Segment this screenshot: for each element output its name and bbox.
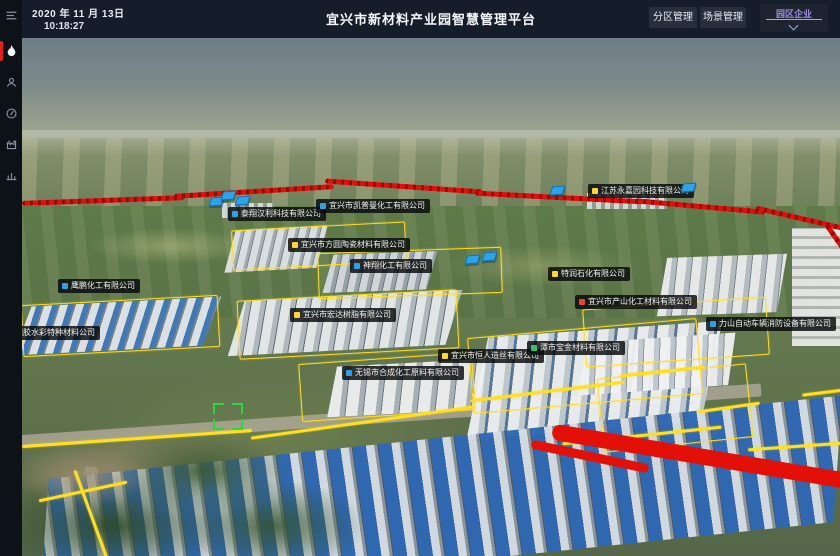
company-icon <box>346 370 352 376</box>
company-label-text: 泰翔汉利科技有限公司 <box>241 210 321 218</box>
app-window: 2020 年 11 月 13日 10:18:27 宜兴市新材料产业园智慧管理平台… <box>0 0 840 556</box>
company-label-text: 宜兴市宏达树脂有限公司 <box>303 311 391 319</box>
company-label[interactable]: 江苏永嘉园科技有限公司 <box>588 184 694 198</box>
company-label-text: 潭市宝金材料有限公司 <box>540 344 620 352</box>
gauge-icon <box>5 107 18 120</box>
bracket-corner <box>232 403 243 414</box>
selection-brackets <box>213 403 243 430</box>
company-label-text: 宜兴市方圆陶瓷材料有限公司 <box>301 241 405 249</box>
user-icon <box>5 76 18 89</box>
company-label[interactable]: 潭市宝金材料有限公司 <box>527 341 625 355</box>
company-icon <box>552 271 558 277</box>
sidebar-item-fire[interactable] <box>0 40 22 62</box>
company-label[interactable]: 特润石化有限公司 <box>548 267 630 281</box>
company-icon <box>294 312 300 318</box>
company-icon <box>442 353 448 359</box>
menu-icon <box>5 9 18 22</box>
company-icon <box>292 242 298 248</box>
bracket-corner <box>213 403 224 414</box>
bracket-corner <box>232 419 243 430</box>
company-label-text: 宜兴市产山化工材料有限公司 <box>588 298 692 306</box>
sidebar-item-stats[interactable] <box>0 164 22 186</box>
company-label-text: 宜兴市恒人造丝有限公司 <box>451 352 539 360</box>
company-label-text: 鹰鹏化工有限公司 <box>71 282 135 290</box>
company-icon <box>531 345 537 351</box>
bar-chart-icon <box>5 169 18 182</box>
company-label[interactable]: 鹰鹏化工有限公司 <box>58 279 140 293</box>
company-icon <box>592 188 598 194</box>
park-enterprise-dropdown[interactable]: 园区企业 <box>760 4 828 32</box>
company-label[interactable]: 宜兴市凯普曼化工有限公司 <box>316 199 430 213</box>
map-3d-viewport[interactable] <box>22 38 840 556</box>
horizon-haze <box>22 130 840 156</box>
company-label-text: 特润石化有限公司 <box>561 270 625 278</box>
parcel-outline <box>237 289 460 359</box>
dropdown-divider <box>766 19 822 20</box>
company-icon <box>710 321 716 327</box>
company-label[interactable]: 宜兴市宏达树脂有限公司 <box>290 308 396 322</box>
company-label-text: 江苏永嘉园科技有限公司 <box>601 187 689 195</box>
trees-overlay <box>22 416 362 556</box>
company-label[interactable]: 无锡市合成化工原料有限公司 <box>342 366 464 380</box>
fire-icon <box>5 45 18 58</box>
company-icon <box>62 283 68 289</box>
company-label-text: 无锡市合成化工原料有限公司 <box>355 369 459 377</box>
partition-manage-button[interactable]: 分区管理 <box>649 7 697 28</box>
company-label[interactable]: 宜兴市产山化工材料有限公司 <box>575 295 697 309</box>
company-label[interactable]: 泰翔汉利科技有限公司 <box>228 207 326 221</box>
company-icon <box>320 203 326 209</box>
company-label[interactable]: 神翔化工有限公司 <box>350 259 432 273</box>
active-indicator <box>0 41 3 61</box>
company-icon <box>579 299 585 305</box>
sidebar-item-gauge[interactable] <box>0 102 22 124</box>
tool-sidebar <box>0 0 22 556</box>
scene-manage-button[interactable]: 场景管理 <box>700 7 746 28</box>
sidebar-item-menu[interactable] <box>0 4 22 26</box>
company-icon <box>232 211 238 217</box>
company-icon <box>354 263 360 269</box>
factory-icon <box>5 138 18 151</box>
sky-band <box>22 38 840 138</box>
company-label-text: 宜兴市凯普曼化工有限公司 <box>329 202 425 210</box>
sidebar-item-user[interactable] <box>0 71 22 93</box>
sidebar-item-factory[interactable] <box>0 133 22 155</box>
company-label-text: 力山自动车辆消防设备有限公司 <box>719 320 831 328</box>
top-bar: 2020 年 11 月 13日 10:18:27 宜兴市新材料产业园智慧管理平台… <box>22 0 840 38</box>
company-label-text: 神翔化工有限公司 <box>363 262 427 270</box>
bracket-corner <box>213 419 224 430</box>
company-label[interactable]: 力山自动车辆消防设备有限公司 <box>706 317 836 331</box>
chevron-down-icon <box>789 21 799 31</box>
company-label[interactable]: 宜兴市方圆陶瓷材料有限公司 <box>288 238 410 252</box>
